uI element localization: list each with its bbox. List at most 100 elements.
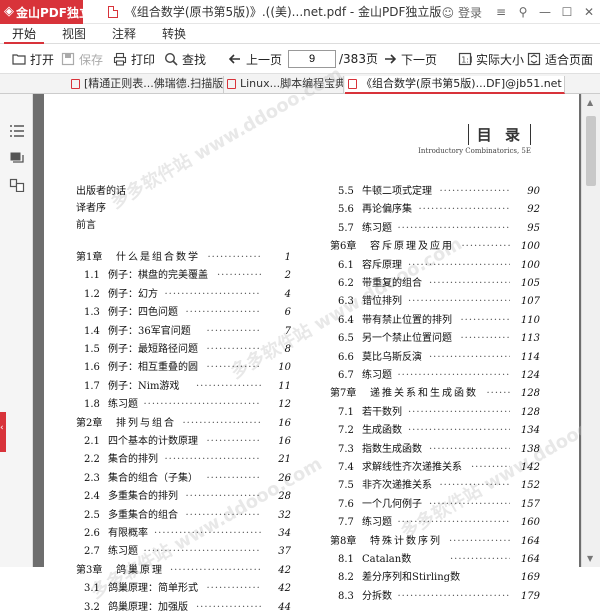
app-brand-button[interactable]: ◈ 金山PDF独立版 ▼ — [0, 0, 111, 24]
maximize-icon[interactable]: ☐ — [556, 5, 578, 19]
next-page-button[interactable]: 下一页 — [383, 44, 437, 74]
toc-entry[interactable]: 2.4 多重集合的排列 ······························… — [76, 490, 291, 504]
toc-entry-page: 105 — [520, 278, 540, 289]
toc-entry[interactable]: 3.2 鸽巢原理：加强版 ·····························… — [76, 601, 291, 615]
toc-entry[interactable]: 2.5 多重集合的组合 ······························… — [76, 509, 291, 523]
toc-entry[interactable]: 1.2 例子：幻方 ································… — [76, 288, 291, 302]
print-button[interactable]: 打印 — [113, 44, 155, 74]
toc-entry[interactable]: 第3章 鸽巢原理 ·································… — [76, 564, 291, 578]
menu-tab-convert[interactable]: 转换 — [156, 24, 192, 44]
close-icon[interactable]: ✕ — [578, 5, 600, 19]
bookmarks-list-icon[interactable] — [9, 124, 25, 138]
toc-entry[interactable]: 2.7 练习题 ··································… — [76, 545, 291, 559]
contents-title: 目 录 — [467, 124, 531, 145]
fit-page-button[interactable]: 适合页面 — [527, 44, 593, 74]
toc-entry-page: 10 — [278, 362, 291, 374]
toc-entry[interactable]: 8.2差分序列和Stirling数·······················… — [330, 571, 540, 585]
toc-leader-dots: ········································… — [143, 399, 262, 411]
toc-entry[interactable]: 第8章 特殊计数序列 ·······························… — [330, 535, 540, 549]
document-tab[interactable]: [精通正则表...佛瑞德.扫描版 — [68, 76, 224, 94]
toc-entry[interactable]: 1.3 例子：四色问题 ······························… — [76, 306, 291, 320]
arrow-left-icon — [228, 52, 242, 66]
toc-entry-page: 107 — [520, 296, 540, 308]
menu-tab-annotate[interactable]: 注释 — [106, 24, 142, 44]
toc-entry[interactable]: 译者序 — [76, 202, 291, 216]
toc-entry[interactable]: 5.7 练习题 ··································… — [330, 222, 540, 236]
document-tab-active[interactable]: 《组合数学(原书第5版)...DF]@jb51.net — [345, 76, 565, 94]
page-number-input[interactable] — [288, 50, 336, 68]
toc-entry[interactable]: 7.5 非齐次递推关系 ······························… — [330, 479, 540, 493]
toc-entry[interactable]: 7.4 求解线性齐次递推关系 ···························… — [330, 461, 540, 475]
thumbnails-icon[interactable] — [9, 178, 25, 193]
toc-entry[interactable]: 7.1 若干数列 ·································… — [330, 406, 540, 420]
toc-entry[interactable]: 1.8 练习题 ··································… — [76, 398, 291, 412]
toc-entry-title: 多重集合的排列 — [108, 491, 178, 503]
toc-entry-number: 5.5 — [338, 186, 354, 197]
toc-entry[interactable]: 6.3 错位排列 ·································… — [330, 295, 540, 309]
toc-entry[interactable]: 6.1 容斥原理 ·································… — [330, 259, 540, 273]
prev-page-button[interactable]: 上一页 — [228, 44, 282, 74]
toc-entry[interactable]: 7.7 练习题 ··································… — [330, 516, 540, 530]
scroll-down-icon[interactable]: ▼ — [587, 554, 593, 563]
toc-entry[interactable]: 5.5 牛顿二项式定理 ······························… — [330, 185, 540, 199]
toc-entry[interactable]: 1.1 例子：棋盘的完美覆盖 ···························… — [76, 269, 291, 283]
toc-entry[interactable]: 第7章 递推关系和生成函数 ····························… — [330, 387, 540, 401]
toc-entry-title: 例子：36军官问题 — [108, 325, 191, 337]
toc-entry[interactable]: 出版者的话 — [76, 185, 291, 199]
document-tab[interactable]: Linux...脚本编程宝典 — [224, 76, 344, 94]
toc-entry[interactable]: 1.7 例子：Nim游戏 ·····························… — [76, 380, 291, 394]
vertical-scrollbar[interactable]: ▲ ▼ — [581, 94, 600, 567]
toc-entry[interactable]: 前言 — [76, 219, 291, 233]
actual-size-button[interactable]: 1:1 实际大小 — [458, 44, 524, 74]
toc-entry[interactable]: 5.6 再论偏序集 ································… — [330, 203, 540, 217]
toc-entry[interactable]: 第1章 什么是组合数学 ······························… — [76, 251, 291, 265]
toc-entry[interactable]: 2.2 集合的排列 ································… — [76, 453, 291, 467]
menu-tab-view[interactable]: 视图 — [56, 24, 92, 44]
toc-entry[interactable]: 1.6 例子：相互重叠的圆 ····························… — [76, 361, 291, 375]
toc-entry[interactable]: 2.3 集合的组合（子集） ····························… — [76, 472, 291, 486]
toc-entry-page: 8 — [284, 344, 291, 355]
pdf-file-icon — [227, 79, 236, 89]
toc-entry[interactable]: 3.1 鸽巢原理：简单形式 ····························… — [76, 582, 291, 596]
toc-entry-page: 90 — [527, 186, 540, 197]
scrollbar-thumb[interactable] — [586, 116, 596, 186]
toc-entry[interactable]: 6.4 带有禁止位置的排列 ····························… — [330, 314, 540, 328]
toc-entry[interactable]: 7.3 指数生成函数 ·······························… — [330, 443, 540, 457]
open-button[interactable]: 打开 — [12, 44, 54, 74]
save-button[interactable]: 保存 — [61, 44, 103, 74]
toc-entry-number: 6.1 — [338, 259, 354, 271]
toc-entry[interactable]: 2.1 四个基本的计数原理 ····························… — [76, 435, 291, 449]
find-button[interactable]: 查找 — [164, 44, 206, 74]
collapse-panel-handle[interactable] — [0, 412, 6, 452]
toc-entry[interactable]: 6.5 另一个禁止位置问题 ····························… — [330, 332, 540, 346]
login-button[interactable]: ☺ 登录 — [442, 4, 482, 21]
toc-entry[interactable]: 2.6 有限概率 ·································… — [76, 527, 291, 541]
toc-entry[interactable]: 1.5 例子：最短路径问题 ····························… — [76, 343, 291, 357]
menu-tab-start[interactable]: 开始 — [4, 24, 44, 44]
toc-leader-dots: ········································… — [206, 325, 262, 337]
toc-entry-page: 128 — [520, 406, 540, 418]
toc-entry[interactable]: 6.7 练习题 ··································… — [330, 369, 540, 383]
toc-entry[interactable]: 6.6 莫比乌斯反演 ·······························… — [330, 351, 540, 365]
toc-entry-title: 排列与组合 — [116, 417, 176, 429]
pin-icon[interactable]: ⚲ — [512, 5, 534, 19]
toc-leader-dots: ········································… — [408, 296, 510, 308]
arrow-right-icon — [383, 52, 397, 66]
toc-entry-title: 一个几何例子 — [362, 498, 422, 510]
toc-entry[interactable]: 第6章 容斥原理及应用 ······························… — [330, 240, 540, 254]
toc-entry[interactable]: 8.3 分拆数 ··································… — [330, 590, 540, 604]
toc-entry[interactable]: 7.6 一个几何例子 ·······························… — [330, 498, 540, 512]
minimize-icon[interactable]: — — [534, 5, 556, 19]
toc-entry-title: 牛顿二项式定理 — [362, 186, 432, 197]
toc-entry[interactable]: 8.1 Catalan数 ·····························… — [330, 553, 540, 567]
toc-entry[interactable]: 第2章 排列与组合 ································… — [76, 417, 291, 431]
toc-entry[interactable]: 1.4 例子：36军官问题 ····························… — [76, 325, 291, 339]
toc-entry[interactable]: 7.2 生成函数 ·································… — [330, 424, 540, 438]
toc-leader-dots: ········································… — [206, 362, 262, 374]
toc-leader-dots: ········································… — [154, 528, 261, 539]
scroll-up-icon[interactable]: ▲ — [587, 98, 593, 107]
toc-entry-title: 带有禁止位置的排列 — [362, 314, 452, 326]
comments-icon[interactable] — [9, 151, 25, 165]
menu-icon[interactable]: ≡ — [490, 5, 512, 19]
toc-entry[interactable]: 6.2 带重复的组合 ·······························… — [330, 277, 540, 291]
